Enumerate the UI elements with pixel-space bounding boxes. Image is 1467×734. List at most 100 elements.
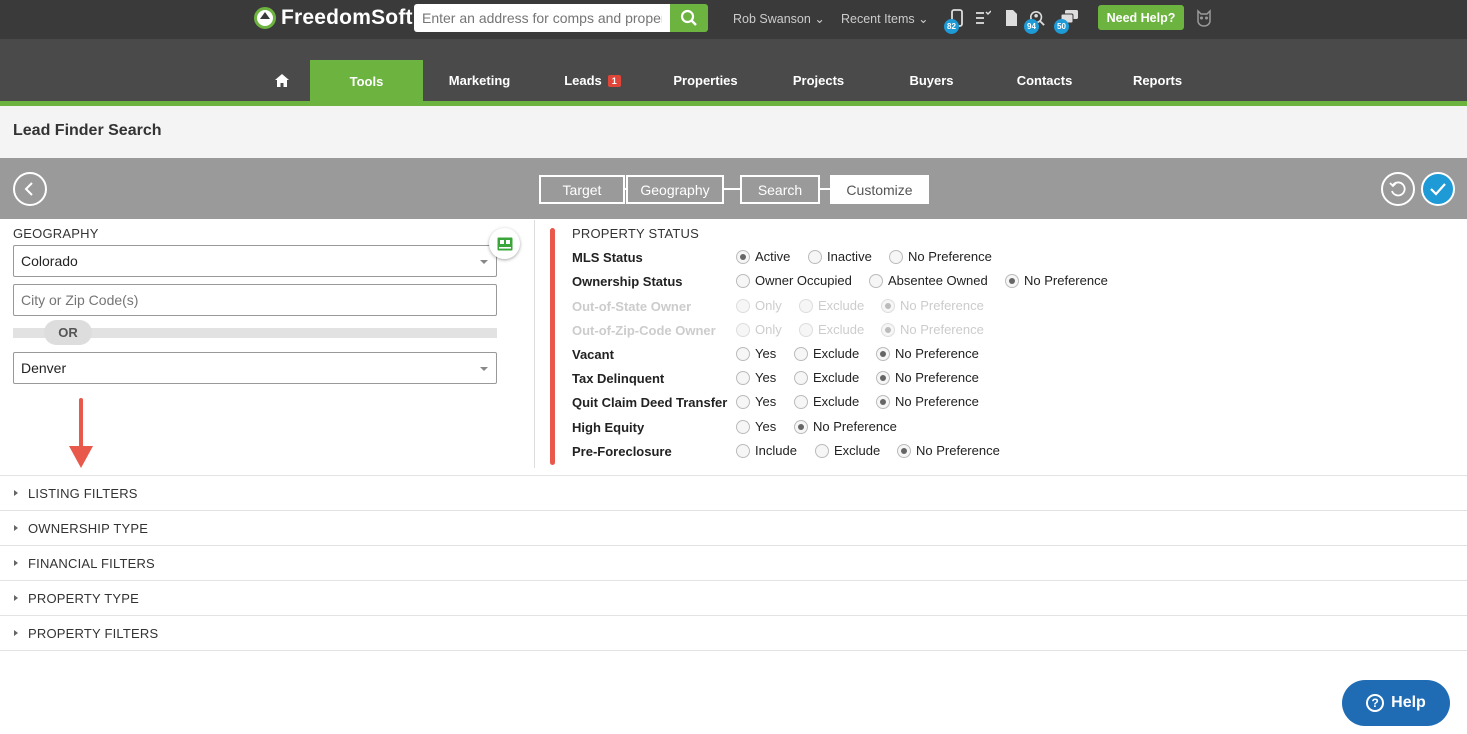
state-select[interactable]: Colorado (13, 245, 497, 277)
radio-button-icon[interactable] (736, 443, 750, 458)
radio-option[interactable]: Include (736, 443, 797, 458)
help-widget-button[interactable]: ? Help (1342, 680, 1450, 726)
property-status-row-label: Pre-Foreclosure (572, 444, 672, 459)
user-menu[interactable]: Rob Swanson ⌄ (733, 11, 825, 26)
radio-option-label: Yes (755, 346, 777, 361)
nav-projects[interactable]: Projects (762, 60, 875, 101)
step-geography[interactable]: Geography (626, 175, 724, 204)
radio-button-icon[interactable] (869, 273, 883, 288)
radio-option[interactable]: Yes (736, 370, 776, 385)
back-button[interactable] (13, 172, 47, 206)
city-zip-input[interactable] (13, 284, 497, 316)
radio-button-icon[interactable] (897, 443, 911, 458)
radio-option[interactable]: No Preference (876, 370, 979, 385)
nav-tools[interactable]: Tools (310, 60, 423, 102)
radio-option[interactable]: Exclude (794, 394, 859, 409)
address-search-input[interactable] (414, 4, 670, 32)
radio-option[interactable]: Exclude (794, 370, 859, 385)
chevron-down-icon: ⌄ (918, 12, 929, 26)
house-logo-icon (254, 7, 276, 29)
radio-button-icon[interactable] (815, 443, 829, 458)
radio-button-icon[interactable] (794, 370, 808, 385)
radio-option[interactable]: Exclude (794, 346, 859, 361)
leads-count-badge: 1 (607, 74, 621, 87)
radio-button-icon[interactable] (736, 419, 750, 434)
radio-option[interactable]: Absentee Owned (869, 273, 988, 288)
radio-button-icon[interactable] (736, 394, 750, 409)
accordion-section[interactable]: FINANCIAL FILTERS (0, 545, 1467, 580)
radio-button-icon[interactable] (736, 370, 750, 385)
chevron-down-icon (480, 260, 488, 264)
radio-button-icon[interactable] (808, 249, 822, 264)
reset-button[interactable] (1381, 172, 1415, 206)
radio-option-label: Exclude (818, 322, 865, 337)
user-name: Rob Swanson (733, 12, 811, 26)
radio-option-label: Yes (755, 394, 777, 409)
radio-button-icon[interactable] (736, 249, 750, 264)
county-select[interactable]: Denver (13, 352, 497, 384)
help-label: Help (1391, 694, 1426, 711)
radio-button-icon[interactable] (794, 394, 808, 409)
annotation-arrow-icon (69, 398, 93, 468)
confirm-button[interactable] (1421, 172, 1455, 206)
radio-button-icon[interactable] (794, 346, 808, 361)
radio-button-icon[interactable] (889, 249, 903, 264)
radio-option[interactable]: Inactive (808, 249, 872, 264)
chat-count-badge: 50 (1054, 19, 1069, 34)
county-value: Denver (21, 360, 67, 376)
radio-button-icon (881, 298, 895, 313)
nav-contacts[interactable]: Contacts (988, 60, 1101, 101)
title-bar (0, 106, 1467, 158)
radio-button-icon[interactable] (876, 394, 890, 409)
nav-reports[interactable]: Reports (1101, 60, 1214, 101)
checklist-icon[interactable] (975, 9, 991, 27)
radio-button-icon[interactable] (794, 419, 808, 434)
search-button[interactable] (670, 4, 708, 32)
radio-option[interactable]: Yes (736, 346, 776, 361)
radio-option-label: Exclude (818, 298, 865, 313)
nav-buyers[interactable]: Buyers (875, 60, 988, 101)
radio-option[interactable]: No Preference (794, 419, 897, 434)
radio-option[interactable]: Yes (736, 419, 776, 434)
accordion-section[interactable]: LISTING FILTERS (0, 475, 1467, 510)
owl-icon[interactable] (1196, 9, 1212, 27)
nav-leads-label: Leads (564, 73, 602, 88)
radio-option[interactable]: Yes (736, 394, 776, 409)
radio-button-icon[interactable] (876, 370, 890, 385)
radio-option[interactable]: Owner Occupied (736, 273, 852, 288)
accordion-section[interactable]: OWNERSHIP TYPE (0, 510, 1467, 545)
radio-option[interactable]: No Preference (1005, 273, 1108, 288)
radio-option-label: Yes (755, 370, 777, 385)
chevron-down-icon: ⌄ (814, 12, 825, 26)
radio-option-label: No Preference (895, 370, 979, 385)
radio-button-icon[interactable] (736, 273, 750, 288)
radio-option-label: Active (755, 249, 791, 264)
map-toggle-button[interactable] (489, 228, 520, 259)
radio-button-icon[interactable] (736, 346, 750, 361)
radio-option-label: No Preference (813, 419, 897, 434)
radio-option[interactable]: No Preference (876, 394, 979, 409)
page-title: Lead Finder Search (13, 122, 162, 139)
step-search[interactable]: Search (740, 175, 820, 204)
radio-option[interactable]: No Preference (889, 249, 992, 264)
radio-button-icon[interactable] (1005, 273, 1019, 288)
recent-items-menu[interactable]: Recent Items ⌄ (841, 11, 929, 26)
step-target[interactable]: Target (539, 175, 625, 204)
accordion-section[interactable]: PROPERTY TYPE (0, 580, 1467, 615)
nav-properties[interactable]: Properties (649, 60, 762, 101)
radio-option[interactable]: Active (736, 249, 790, 264)
need-help-button[interactable]: Need Help? (1098, 5, 1184, 30)
document-icon[interactable] (1003, 9, 1019, 27)
nav-marketing[interactable]: Marketing (423, 60, 536, 101)
freedomsoft-logo[interactable]: FreedomSoft (254, 6, 413, 30)
caret-right-icon (14, 595, 18, 601)
radio-button-icon[interactable] (876, 346, 890, 361)
radio-option[interactable]: No Preference (897, 443, 1000, 458)
accordion-section[interactable]: PROPERTY FILTERS (0, 615, 1467, 650)
radio-button-icon (881, 322, 895, 337)
step-customize[interactable]: Customize (830, 175, 929, 204)
radio-option[interactable]: No Preference (876, 346, 979, 361)
radio-option[interactable]: Exclude (815, 443, 880, 458)
radio-option-label: Only (755, 298, 782, 313)
nav-leads[interactable]: Leads 1 (536, 60, 649, 101)
